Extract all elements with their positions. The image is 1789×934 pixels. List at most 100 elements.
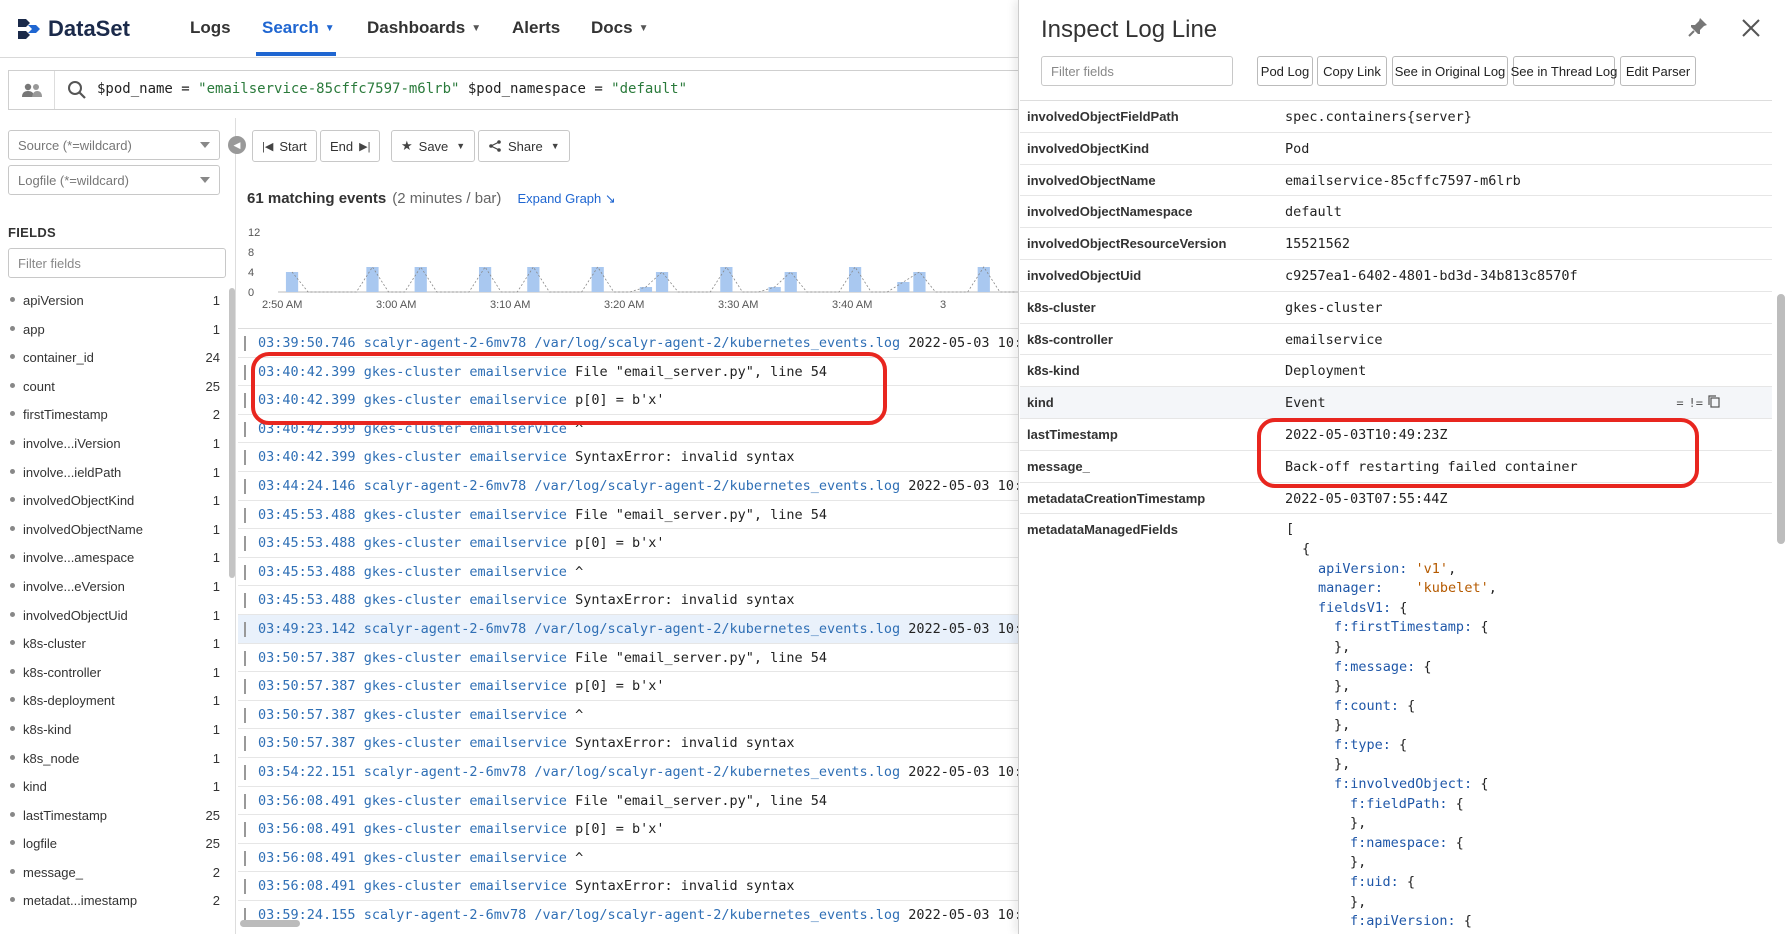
- histogram-bar[interactable]: [527, 267, 540, 292]
- log-row[interactable]: 03:56:08.491 gkes-cluster emailservice F…: [238, 787, 1018, 816]
- histogram-bar[interactable]: [848, 267, 862, 292]
- log-row[interactable]: 03:49:23.142 scalyr-agent-2-6mv78 /var/l…: [238, 614, 1018, 644]
- nav-logs[interactable]: Logs: [190, 18, 231, 38]
- users-icon[interactable]: [9, 71, 55, 109]
- field-row[interactable]: k8s-controller emailservice: [1020, 324, 1772, 356]
- log-row[interactable]: 03:45:53.488 gkes-cluster emailservice S…: [238, 586, 1018, 615]
- field-item[interactable]: k8s-deployment 1: [0, 686, 224, 715]
- field-row[interactable]: kind Event = !=: [1020, 387, 1772, 419]
- histogram-bar[interactable]: [784, 272, 797, 292]
- histogram-bar[interactable]: [977, 267, 990, 292]
- histogram-bar[interactable]: [720, 267, 733, 292]
- log-row[interactable]: 03:50:57.387 gkes-cluster emailservice p…: [238, 672, 1018, 701]
- filter-equals-icon[interactable]: =: [1676, 396, 1683, 410]
- histogram-bar[interactable]: [655, 272, 669, 292]
- field-row[interactable]: metadataManagedFields [{apiVersion: 'v1',…: [1020, 514, 1772, 934]
- field-item[interactable]: involvedObjectUid 1: [0, 601, 224, 630]
- log-line: 03:44:24.146 scalyr-agent-2-6mv78 /var/l…: [258, 478, 1018, 494]
- source-select[interactable]: Source (*=wildcard): [8, 130, 220, 160]
- field-item[interactable]: k8s_node 1: [0, 744, 224, 773]
- field-item[interactable]: lastTimestamp 25: [0, 801, 224, 830]
- log-row[interactable]: 03:40:42.399 gkes-cluster emailservice S…: [238, 443, 1018, 472]
- field-item[interactable]: k8s-kind 1: [0, 715, 224, 744]
- logfile-select[interactable]: Logfile (*=wildcard): [8, 165, 220, 195]
- log-row[interactable]: 03:50:57.387 gkes-cluster emailservice S…: [238, 729, 1018, 758]
- panel-scrollbar[interactable]: [1777, 294, 1785, 544]
- see-in-original-log-button[interactable]: See in Original Log: [1392, 56, 1508, 86]
- field-item[interactable]: involvedObjectKind 1: [0, 486, 224, 515]
- events-histogram[interactable]: 12 8 4 0 2:50 AM 3:00 AM 3:10 AM 3:20 AM 3:30 AM…: [244, 224, 1024, 314]
- field-item[interactable]: app 1: [0, 315, 224, 344]
- expand-graph-link[interactable]: Expand Graph ↘: [517, 191, 615, 206]
- histogram-bar[interactable]: [897, 282, 910, 292]
- log-row[interactable]: 03:56:08.491 gkes-cluster emailservice ^: [238, 844, 1018, 873]
- field-item[interactable]: involvedObjectName 1: [0, 515, 224, 544]
- field-row[interactable]: involvedObjectName emailservice-85cffc759…: [1020, 165, 1772, 197]
- field-row[interactable]: k8s-kind Deployment: [1020, 355, 1772, 388]
- histogram-bar[interactable]: [591, 267, 604, 292]
- share-button[interactable]: Share ▼: [478, 130, 570, 162]
- histogram-bar[interactable]: [285, 272, 299, 292]
- log-row[interactable]: 03:45:53.488 gkes-cluster emailservice ^: [238, 558, 1018, 587]
- field-row[interactable]: involvedObjectResourceVersion 15521562: [1020, 228, 1772, 260]
- field-row[interactable]: k8s-cluster gkes-cluster: [1020, 292, 1772, 324]
- field-row[interactable]: involvedObjectFieldPath spec.containers{s…: [1020, 101, 1772, 133]
- histogram-bar[interactable]: [414, 267, 427, 292]
- query-input[interactable]: $pod_name = "emailservice-85cffc7597-m6l…: [97, 81, 687, 97]
- histogram-bar[interactable]: [768, 287, 781, 292]
- log-row[interactable]: 03:50:57.387 gkes-cluster emailservice ^: [238, 701, 1018, 730]
- field-item[interactable]: logfile 25: [0, 829, 224, 858]
- dataset-logo[interactable]: DataSet: [16, 16, 130, 42]
- copy-icon[interactable]: [1708, 395, 1720, 411]
- field-item[interactable]: involve...ieldPath 1: [0, 458, 224, 487]
- pod-log-button[interactable]: Pod Log: [1257, 56, 1313, 86]
- field-row[interactable]: involvedObjectKind Pod: [1020, 133, 1772, 165]
- log-row[interactable]: 03:56:08.491 gkes-cluster emailservice S…: [238, 872, 1018, 901]
- nav-docs[interactable]: Docs ▼: [591, 18, 648, 38]
- field-filter-input[interactable]: Filter fields: [8, 248, 226, 278]
- field-item[interactable]: involve...iVersion 1: [0, 429, 224, 458]
- log-horizontal-scrollbar[interactable]: [240, 920, 300, 927]
- field-item[interactable]: count 25: [0, 372, 224, 401]
- pin-icon[interactable]: [1687, 16, 1709, 38]
- field-item[interactable]: firstTimestamp 2: [0, 400, 224, 429]
- log-row[interactable]: 03:54:22.151 scalyr-agent-2-6mv78 /var/l…: [238, 758, 1018, 787]
- field-item[interactable]: apiVersion 1: [0, 286, 224, 315]
- end-button[interactable]: End ▶|: [320, 130, 381, 162]
- histogram-bar[interactable]: [366, 267, 379, 292]
- close-icon[interactable]: [1741, 18, 1761, 38]
- log-row[interactable]: 03:50:57.387 gkes-cluster emailservice F…: [238, 644, 1018, 673]
- field-item[interactable]: container_id 24: [0, 343, 224, 372]
- field-row[interactable]: involvedObjectNamespace default: [1020, 196, 1772, 229]
- sidebar-scrollbar[interactable]: [229, 288, 235, 578]
- field-name: logfile: [23, 836, 57, 852]
- log-row[interactable]: 03:45:53.488 gkes-cluster emailservice p…: [238, 529, 1018, 558]
- field-item[interactable]: kind 1: [0, 772, 224, 801]
- nav-search[interactable]: Search ▼: [262, 18, 335, 38]
- histogram-bar[interactable]: [478, 267, 492, 292]
- log-row[interactable]: 03:59:24.155 scalyr-agent-2-6mv78 /var/l…: [238, 901, 1018, 923]
- field-item[interactable]: involve...amespace 1: [0, 543, 224, 572]
- log-row[interactable]: 03:45:53.488 gkes-cluster emailservice F…: [238, 501, 1018, 530]
- nav-alerts[interactable]: Alerts: [512, 18, 560, 38]
- nav-dashboards[interactable]: Dashboards ▼: [367, 18, 481, 38]
- field-item[interactable]: message_ 2: [0, 858, 224, 887]
- query-bar[interactable]: $pod_name = "emailservice-85cffc7597-m6l…: [8, 70, 1088, 110]
- copy-link-button[interactable]: Copy Link: [1317, 56, 1387, 86]
- collapse-sidebar-icon[interactable]: ◀: [228, 136, 246, 154]
- edit-parser-button[interactable]: Edit Parser: [1620, 56, 1696, 86]
- field-item[interactable]: k8s-cluster 1: [0, 629, 224, 658]
- filter-not-equals-icon[interactable]: !=: [1689, 396, 1703, 410]
- log-row[interactable]: 03:56:08.491 gkes-cluster emailservice p…: [238, 815, 1018, 844]
- start-button[interactable]: |◀ Start: [252, 130, 317, 162]
- field-name: involvedObjectName: [23, 521, 143, 537]
- field-row[interactable]: involvedObjectUid c9257ea1-6402-4801-bd3d…: [1020, 260, 1772, 292]
- log-row[interactable]: 03:44:24.146 scalyr-agent-2-6mv78 /var/l…: [238, 472, 1018, 501]
- field-item[interactable]: k8s-controller 1: [0, 658, 224, 687]
- field-item[interactable]: involve...eVersion 1: [0, 572, 224, 601]
- panel-filter-input[interactable]: Filter fields: [1041, 56, 1233, 86]
- see-in-thread-log-button[interactable]: See in Thread Log: [1511, 56, 1617, 86]
- field-item[interactable]: metadat...imestamp 2: [0, 886, 224, 915]
- histogram-bar[interactable]: [639, 287, 653, 292]
- save-button[interactable]: ★ Save ▼: [391, 130, 476, 162]
